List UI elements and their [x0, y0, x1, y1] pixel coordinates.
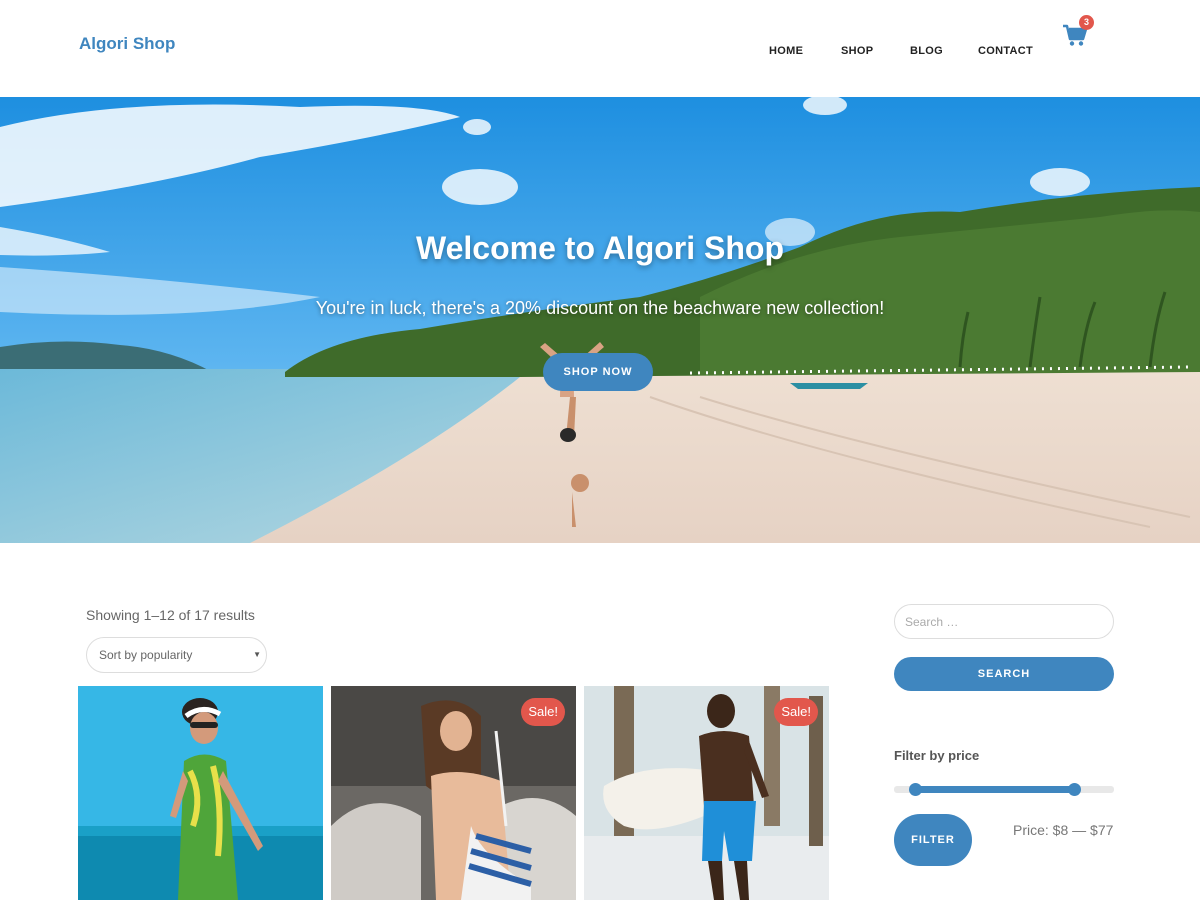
sale-badge: Sale!	[521, 698, 565, 726]
cart-button[interactable]: 3	[1062, 15, 1094, 47]
filter-button[interactable]: FILTER	[894, 814, 972, 866]
hero-beach-image	[0, 97, 1200, 543]
chevron-down-icon: ▼	[253, 650, 261, 659]
hero-subtitle: You're in luck, there's a 20% discount o…	[315, 298, 885, 318]
search-input[interactable]	[894, 604, 1114, 639]
product-card[interactable]: Sale!	[584, 686, 829, 900]
nav-blog[interactable]: BLOG	[910, 45, 943, 57]
nav-contact[interactable]: CONTACT	[978, 45, 1033, 57]
price-slider-range	[915, 786, 1075, 793]
price-slider-max-handle[interactable]	[1068, 783, 1081, 796]
site-logo[interactable]: Algori Shop	[79, 34, 175, 54]
result-count: Showing 1–12 of 17 results	[86, 607, 255, 623]
product-image	[78, 686, 323, 900]
sale-badge: Sale!	[774, 698, 818, 726]
filter-by-price-title: Filter by price	[894, 748, 980, 763]
sort-select[interactable]: Sort by popularity ▼	[86, 637, 267, 673]
nav-shop[interactable]: SHOP	[841, 45, 873, 57]
nav-home[interactable]: HOME	[769, 45, 803, 57]
cart-count-badge: 3	[1079, 15, 1094, 30]
hero-banner: Welcome to Algori Shop You're in luck, t…	[0, 97, 1200, 543]
sort-selected-value: Sort by popularity	[99, 648, 193, 662]
search-button[interactable]: SEARCH	[894, 657, 1114, 691]
product-card[interactable]	[78, 686, 323, 900]
price-range-label: Price: $8 — $77	[1013, 822, 1114, 838]
shop-now-button[interactable]: SHOP NOW	[543, 353, 653, 391]
price-slider-min-handle[interactable]	[909, 783, 922, 796]
hero-title: Welcome to Algori Shop	[415, 230, 784, 266]
site-header: Algori Shop HOME SHOP BLOG CONTACT 3	[0, 0, 1200, 97]
product-card[interactable]: Sale!	[331, 686, 576, 900]
